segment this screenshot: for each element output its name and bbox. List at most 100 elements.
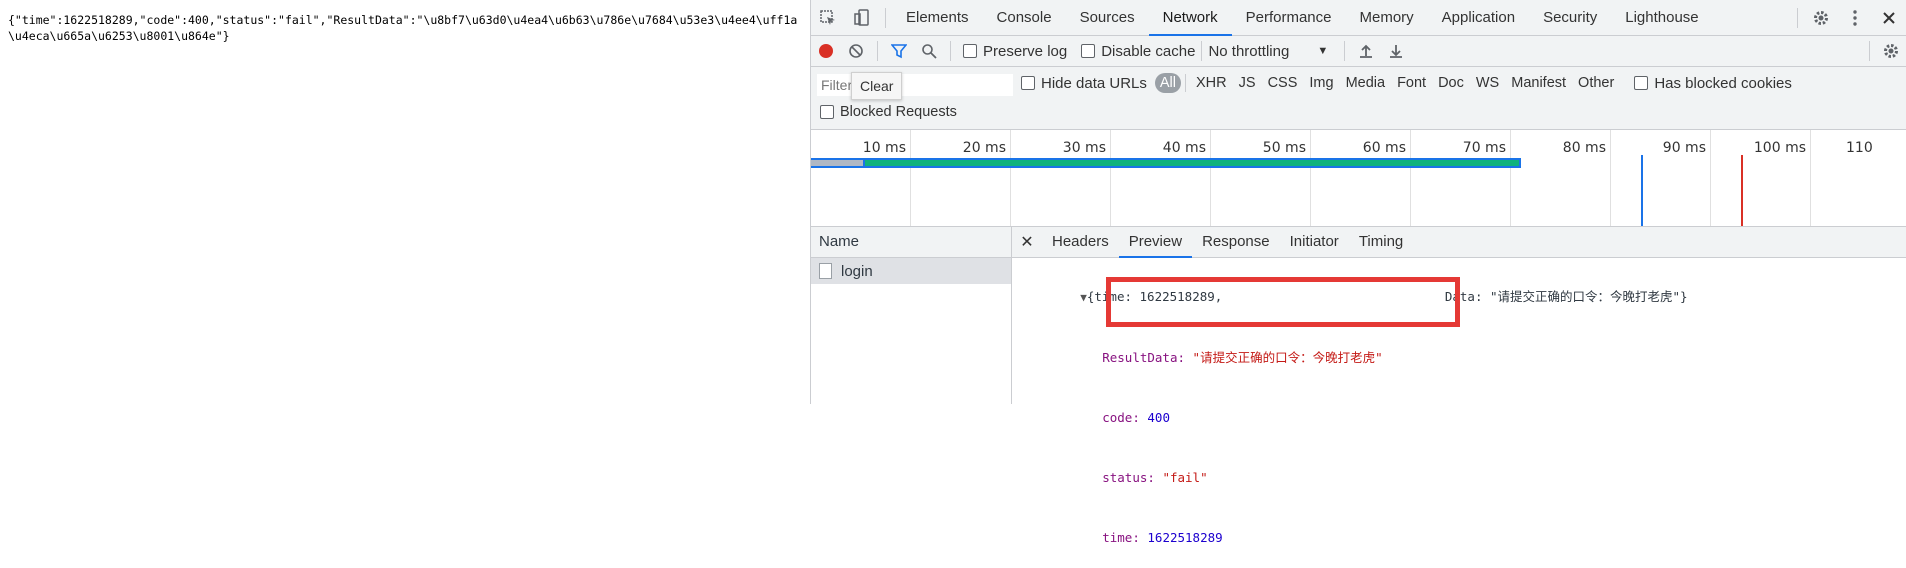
tick-label: 20 ms — [962, 140, 1006, 156]
tick-label: 70 ms — [1462, 140, 1506, 156]
type-filter-css[interactable]: CSS — [1262, 75, 1304, 91]
type-filter-all[interactable]: All — [1154, 73, 1182, 93]
tick-label: 10 ms — [862, 140, 906, 156]
waterfall-download-segment — [865, 160, 1519, 166]
field-value: 400 — [1147, 410, 1170, 425]
disable-cache-checkbox[interactable]: Disable cache — [1081, 43, 1195, 60]
hide-data-urls-label: Hide data URLs — [1041, 74, 1147, 92]
load-event-marker — [1741, 155, 1743, 226]
blocked-requests-checkbox[interactable]: Blocked Requests — [820, 104, 957, 120]
download-har-icon[interactable] — [1381, 36, 1411, 66]
name-column-header[interactable]: Name — [811, 227, 1011, 258]
inspect-element-icon[interactable] — [811, 0, 845, 35]
type-filter-font[interactable]: Font — [1391, 75, 1432, 91]
tick-line — [1710, 130, 1711, 226]
network-overview-timeline[interactable]: 10 ms 20 ms 30 ms 40 ms 50 ms 60 ms 70 m… — [811, 130, 1906, 227]
tick-label: 60 ms — [1362, 140, 1406, 156]
tab-lighthouse[interactable]: Lighthouse — [1611, 0, 1712, 35]
blocked-requests-box[interactable] — [820, 105, 834, 119]
tick-line — [1210, 130, 1211, 226]
clear-button[interactable] — [841, 36, 871, 66]
type-filter-js[interactable]: JS — [1233, 75, 1262, 91]
hide-data-urls-checkbox[interactable]: Hide data URLs — [1021, 75, 1147, 92]
close-devtools-icon[interactable] — [1872, 0, 1906, 35]
tick-label: 80 ms — [1562, 140, 1606, 156]
preserve-log-checkbox[interactable]: Preserve log — [963, 43, 1067, 60]
record-button[interactable] — [811, 36, 841, 66]
tick-label: 50 ms — [1262, 140, 1306, 156]
tab-performance[interactable]: Performance — [1232, 0, 1346, 35]
tick-line — [910, 130, 911, 226]
field-row: status: "fail" — [1102, 470, 1208, 485]
gear-icon[interactable] — [1804, 0, 1838, 35]
throttling-value: No throttling — [1208, 42, 1290, 60]
hide-data-urls-box[interactable] — [1021, 76, 1035, 90]
red-annotation-box — [1106, 277, 1460, 327]
tick-label: 90 ms — [1662, 140, 1706, 156]
filter-input[interactable]: Filter — [817, 74, 1013, 96]
tab-elements[interactable]: Elements — [892, 0, 983, 35]
waterfall-queue-segment — [811, 160, 863, 166]
request-name: login — [841, 262, 873, 280]
tab-initiator[interactable]: Initiator — [1280, 227, 1349, 257]
tab-timing[interactable]: Timing — [1349, 227, 1413, 257]
has-blocked-cookies-label: Has blocked cookies — [1654, 74, 1792, 92]
tick-line — [1510, 130, 1511, 226]
type-filter-xhr[interactable]: XHR — [1190, 75, 1233, 91]
tab-memory[interactable]: Memory — [1346, 0, 1428, 35]
upload-har-icon[interactable] — [1351, 36, 1381, 66]
tab-network[interactable]: Network — [1148, 0, 1232, 36]
throttling-select[interactable]: No throttling ▼ — [1208, 43, 1328, 60]
clear-tooltip: Clear — [851, 72, 903, 100]
type-divider — [1185, 74, 1187, 92]
tab-preview[interactable]: Preview — [1118, 227, 1193, 258]
field-value: 1622518289 — [1147, 530, 1223, 545]
tick-line — [1610, 130, 1611, 226]
field-key: status — [1102, 470, 1148, 485]
disable-cache-box[interactable] — [1081, 44, 1096, 58]
type-filter-other[interactable]: Other — [1572, 75, 1620, 91]
tab-response[interactable]: Response — [1192, 227, 1280, 257]
search-icon[interactable] — [914, 36, 944, 66]
field-key: time — [1102, 530, 1133, 545]
tick-line — [1310, 130, 1311, 226]
type-filter-ws[interactable]: WS — [1470, 75, 1505, 91]
has-blocked-cookies-checkbox[interactable]: Has blocked cookies — [1634, 75, 1792, 92]
has-blocked-cookies-box[interactable] — [1634, 76, 1649, 90]
tab-sources[interactable]: Sources — [1066, 0, 1149, 35]
toolbar-divider-4 — [1344, 41, 1346, 61]
toolbar-divider-3 — [1201, 41, 1203, 61]
device-toolbar-icon[interactable] — [845, 0, 879, 35]
network-settings-gear-icon[interactable] — [1876, 36, 1906, 66]
field-row: code: 400 — [1102, 410, 1170, 425]
type-filter-manifest[interactable]: Manifest — [1505, 75, 1572, 91]
page-viewport: {"time":1622518289,"code":400,"status":"… — [0, 0, 811, 404]
tab-application[interactable]: Application — [1428, 0, 1529, 35]
more-options-icon[interactable] — [1838, 0, 1872, 35]
close-icon[interactable]: ✕ — [1012, 232, 1042, 252]
type-filter-doc[interactable]: Doc — [1432, 75, 1470, 91]
tick-label: 40 ms — [1162, 140, 1206, 156]
raw-json-response: {"time":1622518289,"code":400,"status":"… — [8, 13, 798, 43]
tick-line — [1410, 130, 1411, 226]
tick-label: 110 — [1846, 140, 1873, 156]
tick-label: 30 ms — [1062, 140, 1106, 156]
type-filter-media[interactable]: Media — [1340, 75, 1392, 91]
filter-icon[interactable] — [884, 36, 914, 66]
field-key: code — [1102, 410, 1133, 425]
tab-console[interactable]: Console — [983, 0, 1066, 35]
tab-security[interactable]: Security — [1529, 0, 1611, 35]
type-filter-img[interactable]: Img — [1303, 75, 1339, 91]
tab-headers[interactable]: Headers — [1042, 227, 1119, 257]
devtools-panel: Elements Console Sources Network Perform… — [811, 0, 1906, 545]
details-tabbar: ✕ Headers Preview Response Initiator Tim… — [1012, 227, 1906, 258]
field-row: time: 1622518289 — [1102, 530, 1223, 545]
request-row[interactable]: login — [811, 258, 1011, 284]
expand-triangle-icon[interactable]: ▼ — [1080, 291, 1087, 304]
preserve-log-box[interactable] — [963, 44, 977, 58]
blocked-requests-label: Blocked Requests — [840, 104, 957, 120]
network-toolbar: Preserve log Disable cache No throttling… — [811, 36, 1906, 67]
devtools-tabbar: Elements Console Sources Network Perform… — [811, 0, 1906, 36]
tabbar-divider-right — [1797, 7, 1798, 28]
chevron-down-icon: ▼ — [1317, 45, 1329, 57]
